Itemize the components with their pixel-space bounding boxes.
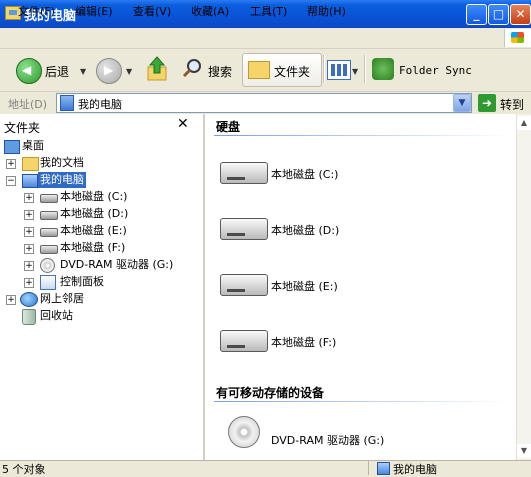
collapse-icon[interactable]: − bbox=[6, 176, 16, 186]
my-computer-icon bbox=[60, 95, 74, 111]
status-bar bbox=[0, 460, 531, 476]
folders-button-label[interactable]: 文件夹 bbox=[274, 63, 310, 80]
expand-icon[interactable]: + bbox=[24, 261, 34, 271]
close-button[interactable]: ✕ bbox=[510, 4, 531, 25]
menu-view[interactable]: 查看(V) bbox=[133, 3, 171, 19]
tree-item-my-documents[interactable]: 我的文档 bbox=[40, 155, 84, 171]
menu-favorites[interactable]: 收藏(A) bbox=[191, 3, 229, 19]
group-divider bbox=[214, 401, 510, 402]
expand-icon[interactable]: + bbox=[6, 159, 16, 169]
tree-item-drive-d[interactable]: 本地磁盘 (D:) bbox=[60, 206, 128, 222]
toolbar-separator bbox=[364, 55, 366, 83]
tree-item-desktop[interactable]: 桌面 bbox=[22, 138, 44, 154]
search-button-label[interactable]: 搜索 bbox=[208, 63, 232, 80]
tree-item-control-panel[interactable]: 控制面板 bbox=[60, 274, 104, 290]
hard-drive-icon[interactable] bbox=[220, 274, 268, 296]
toolbar-separator bbox=[323, 55, 325, 83]
expand-icon[interactable]: + bbox=[24, 193, 34, 203]
menu-tools[interactable]: 工具(T) bbox=[250, 3, 287, 19]
hard-drive-icon[interactable] bbox=[220, 218, 268, 240]
search-icon[interactable] bbox=[182, 58, 202, 78]
maximize-button[interactable]: □ bbox=[488, 4, 509, 25]
hard-drive-icon bbox=[40, 194, 58, 203]
back-arrow-icon[interactable] bbox=[16, 58, 42, 84]
address-dropdown-icon[interactable]: ▼ bbox=[453, 94, 471, 112]
tree-item-recycle-bin[interactable]: 回收站 bbox=[40, 308, 73, 324]
tree-item-my-computer[interactable]: 我的电脑 bbox=[38, 172, 86, 188]
tree-item-network-places[interactable]: 网上邻居 bbox=[40, 291, 84, 307]
my-computer-icon bbox=[22, 174, 38, 188]
dvd-drive-icon bbox=[40, 258, 55, 273]
group-title-hard-disks: 硬盘 bbox=[216, 120, 241, 134]
drive-label-f[interactable]: 本地磁盘 (F:) bbox=[271, 334, 336, 350]
desktop-icon bbox=[4, 140, 20, 154]
menu-edit[interactable]: 编辑(E) bbox=[75, 3, 113, 19]
tree-item-drive-e[interactable]: 本地磁盘 (E:) bbox=[60, 223, 127, 239]
tree-item-drive-c[interactable]: 本地磁盘 (C:) bbox=[60, 189, 127, 205]
my-computer-icon bbox=[377, 462, 390, 475]
forward-arrow-icon[interactable] bbox=[96, 58, 122, 84]
hard-drive-icon bbox=[40, 228, 58, 237]
hard-drive-icon bbox=[40, 211, 58, 220]
vertical-scrollbar[interactable] bbox=[516, 114, 531, 460]
back-dropdown-icon[interactable]: ▼ bbox=[80, 67, 86, 76]
scroll-down-icon[interactable]: ▼ bbox=[517, 444, 531, 458]
folder-pane-close-icon[interactable]: ✕ bbox=[177, 116, 189, 132]
address-value[interactable]: 我的电脑 bbox=[78, 96, 122, 112]
my-documents-icon bbox=[22, 157, 39, 171]
drive-label-d[interactable]: 本地磁盘 (D:) bbox=[271, 222, 339, 238]
recycle-bin-icon bbox=[22, 309, 36, 325]
minimize-button[interactable]: _ bbox=[466, 4, 487, 25]
windows-logo-icon bbox=[504, 29, 531, 47]
go-arrow-icon[interactable]: ➜ bbox=[478, 94, 496, 112]
expand-icon[interactable]: + bbox=[24, 244, 34, 254]
dvd-drive-label[interactable]: DVD-RAM 驱动器 (G:) bbox=[271, 432, 384, 448]
tree-item-dvd-drive[interactable]: DVD-RAM 驱动器 (G:) bbox=[60, 257, 173, 273]
tree-item-drive-f[interactable]: 本地磁盘 (F:) bbox=[60, 240, 125, 256]
control-panel-icon bbox=[40, 275, 56, 290]
hard-drive-icon bbox=[40, 245, 58, 254]
menu-help[interactable]: 帮助(H) bbox=[307, 3, 346, 19]
back-button-label[interactable]: 后退 bbox=[45, 63, 69, 80]
folder-sync-icon[interactable] bbox=[372, 58, 394, 80]
drive-label-c[interactable]: 本地磁盘 (C:) bbox=[271, 166, 338, 182]
views-dropdown-icon[interactable]: ▼ bbox=[352, 67, 358, 76]
dvd-drive-icon[interactable] bbox=[228, 416, 260, 448]
address-label: 地址(D) bbox=[8, 98, 48, 111]
folder-sync-label[interactable]: Folder Sync bbox=[399, 64, 472, 77]
menu-file[interactable]: 文件(F) bbox=[18, 3, 55, 19]
up-folder-icon[interactable] bbox=[146, 56, 168, 82]
folders-icon bbox=[248, 61, 270, 79]
expand-icon[interactable]: + bbox=[24, 210, 34, 220]
menu-bar bbox=[0, 28, 531, 49]
views-icon[interactable] bbox=[327, 60, 351, 80]
group-title-removable: 有可移动存储的设备 bbox=[216, 386, 325, 400]
hard-drive-icon[interactable] bbox=[220, 330, 268, 352]
expand-icon[interactable]: + bbox=[6, 295, 16, 305]
hard-drive-icon[interactable] bbox=[220, 162, 268, 184]
network-places-icon bbox=[20, 292, 38, 307]
drive-label-e[interactable]: 本地磁盘 (E:) bbox=[271, 278, 338, 294]
folder-pane-title: 文件夹 bbox=[4, 121, 41, 135]
group-divider bbox=[214, 135, 510, 136]
go-button-label[interactable]: 转到 bbox=[500, 96, 524, 113]
scroll-up-icon[interactable]: ▲ bbox=[517, 116, 531, 130]
expand-icon[interactable]: + bbox=[24, 278, 34, 288]
expand-icon[interactable]: + bbox=[24, 227, 34, 237]
status-divider bbox=[368, 461, 369, 475]
forward-dropdown-icon[interactable]: ▼ bbox=[126, 67, 132, 76]
